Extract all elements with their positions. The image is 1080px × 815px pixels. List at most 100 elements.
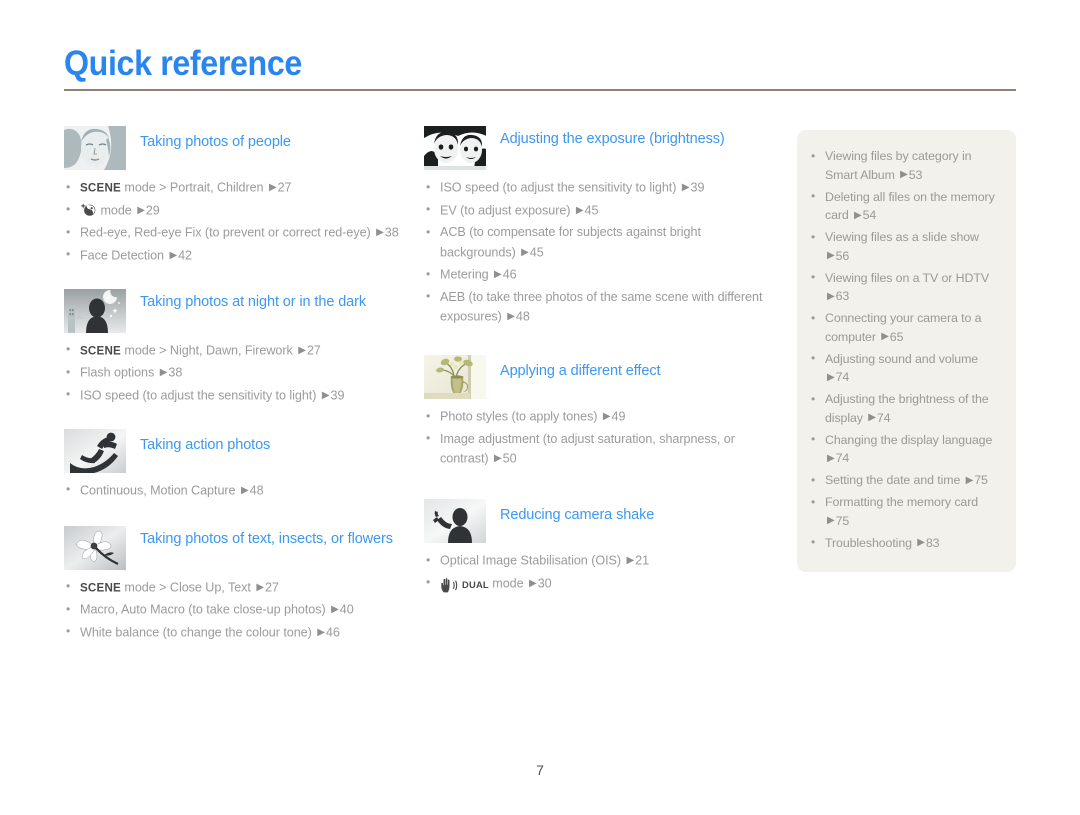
quick-links-panel: Viewing files by category in Smart Album… [797, 130, 1016, 572]
reference-section: Taking photos at night or in the dark SCE… [64, 288, 404, 406]
page-ref-number: 27 [264, 580, 279, 594]
list-item: Adjusting the brightness of the display … [809, 390, 1002, 428]
page-ref-number: 21 [635, 553, 650, 568]
page-ref-number: 74 [876, 410, 891, 425]
bullet-text: mode [97, 203, 136, 217]
page-ref-arrow-icon: ▶ [298, 344, 306, 356]
page-ref-number: 46 [325, 625, 340, 639]
list-item: Changing the display language ▶74 [809, 430, 1002, 469]
page-ref-number: 27 [277, 180, 292, 195]
page-ref-number: 83 [925, 535, 940, 550]
page-ref-number: 48 [515, 309, 530, 324]
section-title: Taking action photos [140, 436, 271, 453]
page-ref-number: 63 [835, 289, 850, 303]
reference-section: Taking photos of text, insects, or flowe… [64, 525, 404, 643]
page-ref-arrow-icon: ▶ [854, 209, 862, 221]
bullet-text: ISO speed (to adjust the sensitivity to … [440, 180, 680, 195]
section-bullet-list: SCENE mode > Portrait, Children ▶27 mode… [64, 178, 404, 266]
list-item: SCENE mode > Close Up, Text ▶27 [64, 577, 404, 598]
list-item: Red-eye, Red-eye Fix (to prevent or corr… [64, 223, 404, 243]
list-item: Viewing files by category in Smart Album… [809, 147, 1002, 185]
reference-section: Reducing camera shake Optical Image Stabi… [424, 499, 774, 597]
two-faces-exposure-thumbnail [424, 126, 486, 170]
section-header: Taking photos of people [64, 126, 404, 170]
section-header: Applying a different effect [424, 355, 774, 399]
section-header: Taking photos of text, insects, or flowe… [64, 525, 404, 570]
page-ref-arrow-icon: ▶ [868, 412, 876, 423]
bullet-text: Adjusting sound and volume [825, 351, 979, 366]
page-ref-number: 74 [835, 370, 850, 384]
camera-shake-thumbnail [424, 499, 486, 543]
list-item: Connecting your camera to a computer ▶65 [809, 309, 1002, 347]
bullet-text: Image adjustment (to adjust saturation, … [440, 431, 735, 466]
list-item: White balance (to change the colour tone… [64, 622, 404, 643]
list-item: Optical Image Stabilisation (OIS) ▶21 [424, 551, 774, 571]
title-divider [64, 89, 1016, 91]
page-ref-arrow-icon: ▶ [137, 204, 145, 216]
page-ref-arrow-icon: ▶ [240, 484, 249, 496]
bullet-text: Setting the date and time [825, 473, 964, 487]
section-bullet-list: SCENE mode > Night, Dawn, Firework ▶27Fl… [64, 340, 404, 406]
section-bullet-list: Photo styles (to apply tones) ▶49 Image a… [424, 407, 774, 469]
section-header: Taking photos at night or in the dark [64, 288, 404, 333]
list-item: ISO speed (to adjust the sensitivity to … [424, 178, 774, 198]
list-item: mode ▶29 [64, 200, 404, 221]
section-header: Taking action photos [64, 428, 404, 473]
page-ref-number: 49 [611, 409, 626, 424]
page-ref-number: 38 [384, 225, 399, 240]
page-ref-number: 30 [537, 576, 552, 590]
dual-label: DUAL [462, 579, 489, 590]
section-bullet-list: Continuous, Motion Capture ▶48 [64, 480, 404, 501]
bullet-text: Macro, Auto Macro (to take close-up phot… [80, 602, 330, 617]
page-ref-arrow-icon: ▶ [827, 290, 835, 302]
bullet-text: Viewing files as a slide show [825, 230, 979, 244]
list-item: Photo styles (to apply tones) ▶49 [424, 407, 774, 427]
page-ref-number: 74 [835, 451, 850, 465]
list-item: EV (to adjust exposure) ▶45 [424, 200, 774, 221]
list-item: Face Detection ▶42 [64, 245, 404, 266]
page-ref-number: 48 [249, 483, 264, 497]
reference-section: Applying a different effect Photo styles … [424, 355, 774, 469]
page-ref-number: 45 [584, 203, 599, 217]
bullet-text: mode > Night, Dawn, Firework [120, 343, 297, 357]
page-ref-number: 45 [529, 245, 544, 259]
bullet-text: Adjusting the brightness of the display [825, 392, 989, 425]
reference-section: Taking action photos Continuous, Motion C… [64, 428, 404, 501]
page-ref-arrow-icon: ▶ [507, 311, 515, 322]
reference-section: Taking photos of people SCENE mode > Port… [64, 126, 404, 266]
bullet-text: Optical Image Stabilisation (OIS) [440, 553, 625, 568]
page-ref-arrow-icon: ▶ [321, 389, 330, 401]
list-item: Adjusting sound and volume ▶74 [809, 349, 1002, 388]
vase-flowers-effect-thumbnail [424, 355, 486, 399]
bullet-text: Continuous, Motion Capture [80, 483, 239, 497]
page-ref-number: 54 [862, 208, 877, 222]
page-ref-arrow-icon: ▶ [827, 250, 835, 261]
section-title: Taking photos of people [140, 134, 291, 150]
page-ref-arrow-icon: ▶ [827, 515, 835, 526]
page-ref-arrow-icon: ▶ [159, 367, 168, 378]
bullet-text: AEB (to take three photos of the same sc… [440, 289, 763, 324]
page-ref-arrow-icon: ▶ [268, 182, 277, 193]
page-ref-arrow-icon: ▶ [900, 169, 908, 180]
section-bullet-list: Optical Image Stabilisation (OIS) ▶21 DU… [424, 551, 774, 597]
list-item: Viewing files on a TV or HDTV ▶63 [809, 268, 1002, 307]
section-bullet-list: ISO speed (to adjust the sensitivity to … [424, 178, 774, 327]
mode-label: SCENE [80, 181, 121, 195]
page-ref-arrow-icon: ▶ [681, 182, 690, 193]
reference-section: Adjusting the exposure (brightness) ISO s… [424, 126, 774, 327]
page-ref-number: 38 [168, 365, 183, 380]
page-ref-arrow-icon: ▶ [494, 269, 502, 280]
list-item: SCENE mode > Night, Dawn, Firework ▶27 [64, 340, 404, 361]
bullet-text: Changing the display language [825, 432, 993, 447]
left-column: Taking photos of people SCENE mode > Port… [64, 126, 404, 663]
bullet-text: ACB (to compensate for subjects against … [440, 225, 701, 259]
middle-column: Adjusting the exposure (brightness) ISO s… [424, 126, 774, 617]
page-ref-arrow-icon: ▶ [317, 626, 325, 638]
bullet-text: Deleting all files on the memory card [825, 189, 995, 223]
night-scene-thumbnail [64, 288, 126, 333]
page-ref-number: 27 [306, 343, 321, 357]
page-ref-arrow-icon: ▶ [494, 453, 502, 464]
section-header: Reducing camera shake [424, 499, 774, 543]
list-item: Deleting all files on the memory card ▶5… [809, 187, 1002, 226]
page-ref-number: 39 [690, 180, 705, 195]
